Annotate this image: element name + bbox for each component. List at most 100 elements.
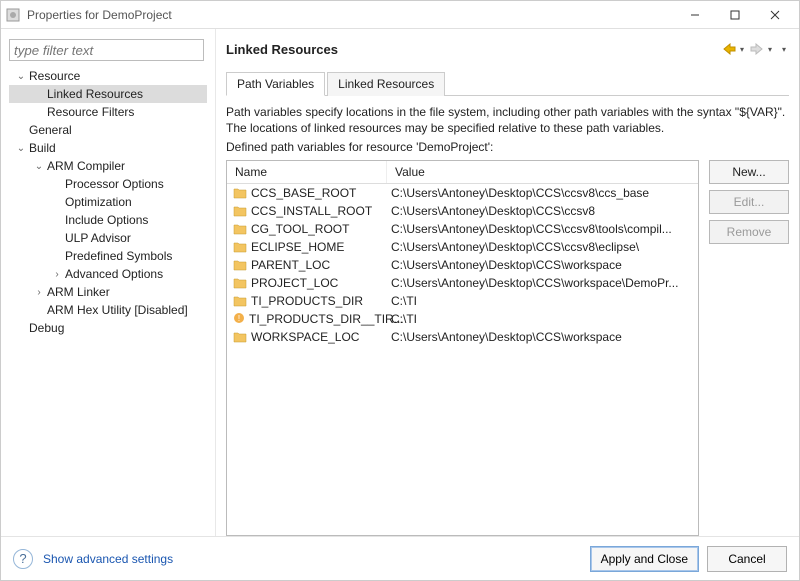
tree-item-label: ARM Compiler (47, 159, 125, 173)
row-value: C:\Users\Antoney\Desktop\CCS\ccsv8\eclip… (387, 240, 698, 254)
tree-item-label: Resource Filters (47, 105, 134, 119)
tree-item-label: Debug (29, 321, 64, 335)
tree-item[interactable]: ·General (9, 121, 207, 139)
folder-icon (233, 241, 247, 253)
show-advanced-link[interactable]: Show advanced settings (43, 552, 173, 566)
nav-forward-button[interactable] (749, 41, 765, 57)
row-name: TI_PRODUCTS_DIR (251, 294, 363, 308)
row-name: PARENT_LOC (251, 258, 330, 272)
tree-item-label: ARM Linker (47, 285, 110, 299)
folder-icon (233, 331, 247, 343)
page-title: Linked Resources (226, 42, 719, 57)
filter-input[interactable] (9, 39, 204, 61)
tab-linked-resources[interactable]: Linked Resources (327, 72, 445, 96)
table-row[interactable]: PARENT_LOC C:\Users\Antoney\Desktop\CCS\w… (227, 256, 698, 274)
maximize-button[interactable] (715, 1, 755, 29)
chevron-down-icon[interactable]: ⌄ (15, 142, 27, 154)
row-name: CCS_INSTALL_ROOT (251, 204, 372, 218)
folder-icon (233, 223, 247, 235)
table-header: Name Value (227, 161, 698, 184)
footer: ? Show advanced settings Apply and Close… (1, 536, 799, 580)
row-value: C:\Users\Antoney\Desktop\CCS\workspace (387, 258, 698, 272)
tree-item[interactable]: ·Include Options (9, 211, 207, 229)
tree-item-label: ARM Hex Utility [Disabled] (47, 303, 188, 317)
close-button[interactable] (755, 1, 795, 29)
window-title: Properties for DemoProject (27, 8, 675, 22)
nav-pane: ⌄Resource·Linked Resources·Resource Filt… (1, 29, 216, 536)
remove-button[interactable]: Remove (709, 220, 789, 244)
chevron-right-icon[interactable]: › (33, 286, 45, 298)
table-row[interactable]: CCS_BASE_ROOT C:\Users\Antoney\Desktop\CC… (227, 184, 698, 202)
chevron-down-icon[interactable]: ⌄ (33, 160, 45, 172)
tree-item[interactable]: ·ULP Advisor (9, 229, 207, 247)
cancel-button[interactable]: Cancel (707, 546, 787, 572)
folder-icon (233, 187, 247, 199)
row-value: C:\Users\Antoney\Desktop\CCS\workspace (387, 330, 698, 344)
tree-item[interactable]: ·Optimization (9, 193, 207, 211)
row-value: C:\Users\Antoney\Desktop\CCS\ccsv8\ccs_b… (387, 186, 698, 200)
nav-forward-menu[interactable]: ▾ (765, 45, 775, 54)
row-name: TI_PRODUCTS_DIR__TIR... (249, 312, 404, 326)
tab-path-variables[interactable]: Path Variables (226, 72, 325, 96)
folder-icon (233, 205, 247, 217)
tree-item-label: Linked Resources (47, 87, 143, 101)
tree-item-label: Advanced Options (65, 267, 163, 281)
folder-icon (233, 277, 247, 289)
new-button[interactable]: New... (709, 160, 789, 184)
tree-item-label: Resource (29, 69, 80, 83)
row-value: C:\TI (387, 312, 698, 326)
tree-item[interactable]: ›Advanced Options (9, 265, 207, 283)
tree-item-label: ULP Advisor (65, 231, 131, 245)
tree-item[interactable]: ·ARM Hex Utility [Disabled] (9, 301, 207, 319)
help-icon[interactable]: ? (13, 549, 33, 569)
tree-item-label: Optimization (65, 195, 132, 209)
row-value: C:\TI (387, 294, 698, 308)
table-row[interactable]: CG_TOOL_ROOTC:\Users\Antoney\Desktop\CCS… (227, 220, 698, 238)
variables-table[interactable]: Name Value CCS_BASE_ROOT C:\Users\Antoney… (226, 160, 699, 536)
tree-item[interactable]: ·Resource Filters (9, 103, 207, 121)
tree-item-label: General (29, 123, 72, 137)
description-text: Path variables specify locations in the … (226, 104, 789, 136)
table-row[interactable]: ECLIPSE_HOME C:\Users\Antoney\Desktop\CCS… (227, 238, 698, 256)
row-value: C:\Users\Antoney\Desktop\CCS\workspace\D… (387, 276, 698, 290)
page-menu[interactable]: ▾ (779, 45, 789, 54)
tree-item[interactable]: ⌄Resource (9, 67, 207, 85)
tree-item-label: Processor Options (65, 177, 164, 191)
row-name: CCS_BASE_ROOT (251, 186, 356, 200)
nav-back-button[interactable] (721, 41, 737, 57)
tree-item[interactable]: ·Predefined Symbols (9, 247, 207, 265)
row-name: CG_TOOL_ROOT (251, 222, 349, 236)
column-name[interactable]: Name (227, 161, 387, 183)
row-name: PROJECT_LOC (251, 276, 338, 290)
table-row[interactable]: ! TI_PRODUCTS_DIR__TIR...C:\TI (227, 310, 698, 328)
nav-back-menu[interactable]: ▾ (737, 45, 747, 54)
tree-item-label: Build (29, 141, 56, 155)
tree-item-label: Include Options (65, 213, 148, 227)
table-row[interactable]: PROJECT_LOC C:\Users\Antoney\Desktop\CCS\… (227, 274, 698, 292)
tree-item[interactable]: ·Debug (9, 319, 207, 337)
chevron-right-icon[interactable]: › (51, 268, 63, 280)
row-value: C:\Users\Antoney\Desktop\CCS\ccsv8 (387, 204, 698, 218)
edit-button[interactable]: Edit... (709, 190, 789, 214)
column-value[interactable]: Value (387, 161, 698, 183)
tab-bar: Path Variables Linked Resources (226, 71, 789, 96)
tree-item[interactable]: ›ARM Linker (9, 283, 207, 301)
row-name: WORKSPACE_LOC (251, 330, 359, 344)
apply-close-button[interactable]: Apply and Close (590, 546, 699, 572)
content-pane: Linked Resources ▾ ▾ ▾ Path Variables Li… (216, 29, 799, 536)
table-row[interactable]: TI_PRODUCTS_DIR C:\TI (227, 292, 698, 310)
table-row[interactable]: WORKSPACE_LOC C:\Users\Antoney\Desktop\CC… (227, 328, 698, 346)
folder-icon (233, 259, 247, 271)
tree-item[interactable]: ·Processor Options (9, 175, 207, 193)
tree-item[interactable]: ⌄ARM Compiler (9, 157, 207, 175)
tree-item-label: Predefined Symbols (65, 249, 172, 263)
titlebar: Properties for DemoProject (1, 1, 799, 29)
chevron-down-icon[interactable]: ⌄ (15, 70, 27, 82)
tree-item[interactable]: ·Linked Resources (9, 85, 207, 103)
table-row[interactable]: CCS_INSTALL_ROOT C:\Users\Antoney\Desktop… (227, 202, 698, 220)
tree-item[interactable]: ⌄Build (9, 139, 207, 157)
warning-icon: ! (233, 312, 245, 327)
folder-icon (233, 295, 247, 307)
minimize-button[interactable] (675, 1, 715, 29)
row-name: ECLIPSE_HOME (251, 240, 344, 254)
